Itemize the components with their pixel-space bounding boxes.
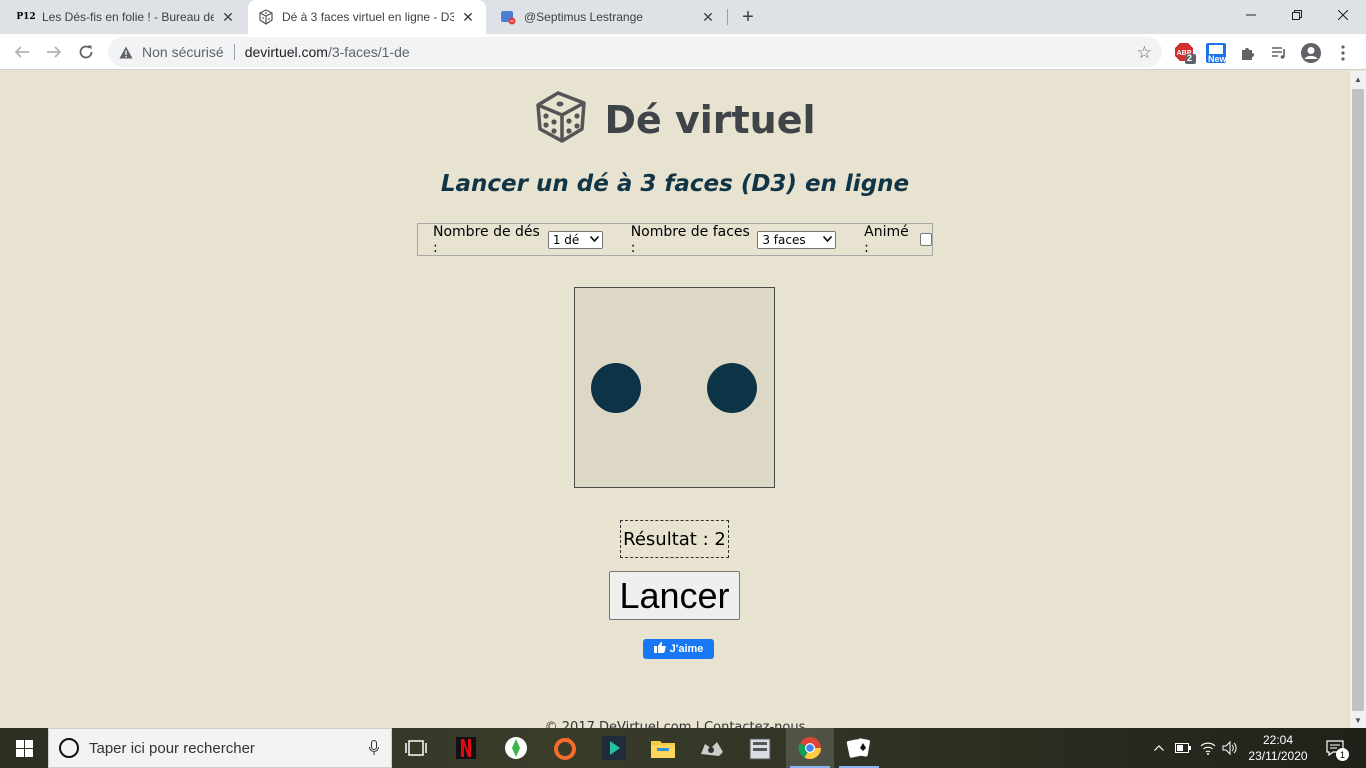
minimize-button[interactable] [1228,0,1274,30]
back-button[interactable] [8,38,36,66]
dice-count-group: Nombre de dés : 1 dé [433,224,603,256]
origin-icon[interactable] [541,728,589,768]
animated-group: Animé : [864,224,932,256]
adblock-extension-icon[interactable]: ABP 2 [1174,42,1196,64]
volume-icon[interactable] [1220,728,1240,768]
faces-select[interactable]: 3 faces [757,230,837,249]
close-icon[interactable]: ✕ [220,9,236,25]
media-player-icon[interactable] [590,728,638,768]
warning-icon[interactable] [118,46,134,59]
faces-label: Nombre de faces : [630,223,750,256]
close-icon[interactable]: ✕ [700,9,716,25]
site-title[interactable]: Dé virtuel [604,98,815,142]
restore-button[interactable] [1274,0,1320,30]
tab-title: Dé à 3 faces virtuel en ligne - D3 [282,10,454,24]
chevron-down-icon [823,234,833,245]
address-bar[interactable]: Non sécurisé devirtuel.com/3-faces/1-de … [108,37,1162,67]
new-badge: New [1208,54,1227,64]
die-pip [591,363,641,413]
url-path[interactable]: /3-faces/1-de [328,44,410,60]
close-icon[interactable]: ✕ [460,9,476,25]
scrollbar-thumb[interactable] [1352,89,1364,711]
roll-button[interactable]: Lancer [609,571,740,620]
animated-label: Animé : [864,223,909,256]
tab-les-des-fis[interactable]: P12 Les Dés-fis en folie ! - Bureau des … [8,0,246,34]
faces-group: Nombre de faces : 3 faces [630,223,837,256]
animated-checkbox[interactable] [919,233,932,246]
tab-strip: P12 Les Dés-fis en folie ! - Bureau des … [0,0,1366,34]
media-queue-icon[interactable] [1268,42,1290,64]
dice-logo-icon[interactable] [534,89,590,150]
page-footer[interactable]: © 2017 DeVirtuel.com | Contactez-nous [0,720,1350,728]
battery-icon[interactable] [1173,728,1193,768]
clock-time: 22:04 [1262,733,1294,747]
page-subtitle: Lancer un dé à 3 faces (D3) en ligne [440,171,910,197]
show-hidden-icons-chevron-icon[interactable] [1150,728,1168,768]
tab-de-virtuel[interactable]: Dé à 3 faces virtuel en ligne - D3 ✕ [248,0,486,34]
tab-septimus[interactable]: @Septimus Lestrange ✕ [490,0,726,34]
search-placeholder: Taper ici pour rechercher [89,739,255,757]
divider [233,44,235,60]
die-face[interactable] [574,287,775,488]
faces-value: 3 faces [762,232,806,247]
browser-toolbar: Non sécurisé devirtuel.com/3-faces/1-de … [0,34,1366,70]
windows-start-button[interactable] [0,728,48,768]
chrome-icon[interactable] [786,728,834,768]
windows-taskbar: Taper ici pour rechercher 22:04 23/11/20… [0,728,1366,768]
messenger-icon [500,9,516,25]
page-content: Dé virtuel Lancer un dé à 3 faces (D3) e… [0,71,1350,728]
thumbs-up-icon [653,642,666,656]
site-header: Dé virtuel [0,89,1350,150]
new-extension-icon[interactable]: New [1205,42,1227,64]
sims-icon[interactable] [492,728,540,768]
scroll-down-arrow-icon[interactable]: ▼ [1350,712,1366,728]
scroll-up-arrow-icon[interactable]: ▲ [1350,71,1366,87]
result-display: Résultat : 2 [620,520,729,558]
options-panel: Nombre de dés : 1 dé Nombre de faces : 3… [417,223,933,256]
netflix-icon[interactable] [442,728,490,768]
reload-button[interactable] [72,38,100,66]
page-scrollbar[interactable]: ▲ ▼ [1350,71,1366,728]
new-tab-button[interactable]: + [736,5,760,29]
dice-count-value: 1 dé [552,232,580,247]
system-clock[interactable]: 22:04 23/11/2020 [1244,732,1312,764]
like-label: J'aime [669,643,704,655]
tab-separator [727,9,728,25]
die-pip [707,363,757,413]
chevron-down-icon [589,234,599,245]
bookmark-star-icon[interactable]: ☆ [1137,43,1152,63]
file-explorer-icon[interactable] [639,728,687,768]
taskbar-search-box[interactable]: Taper ici pour rechercher [48,728,392,768]
save-game-icon[interactable] [737,728,785,768]
tab-title: Les Dés-fis en folie ! - Bureau des [42,10,214,24]
close-window-button[interactable] [1320,0,1366,30]
notification-count-badge: 1 [1336,748,1349,761]
notification-center-icon[interactable]: 1 [1320,728,1350,768]
wifi-icon[interactable] [1198,728,1218,768]
menu-kebab-icon[interactable] [1332,42,1354,64]
dice-count-label: Nombre de dés : [433,223,540,256]
url-host[interactable]: devirtuel.com [245,44,328,60]
dice-count-select[interactable]: 1 dé [547,230,603,249]
profile-avatar-icon[interactable] [1300,42,1322,64]
forward-button[interactable] [40,38,68,66]
microphone-icon[interactable] [369,740,379,759]
extensions-puzzle-icon[interactable] [1237,42,1259,64]
dice-icon [258,9,274,25]
tab-title: @Septimus Lestrange [524,10,643,24]
adblock-badge: 2 [1187,53,1193,63]
p12-favicon-icon: P12 [16,12,36,22]
solitaire-icon[interactable] [835,728,883,768]
app-cat-icon[interactable] [688,728,736,768]
security-label[interactable]: Non sécurisé [142,44,224,60]
facebook-like-button[interactable]: J'aime [643,639,714,659]
cortana-icon[interactable] [59,738,79,758]
clock-date: 23/11/2020 [1248,749,1308,763]
task-view-icon[interactable] [392,728,440,768]
